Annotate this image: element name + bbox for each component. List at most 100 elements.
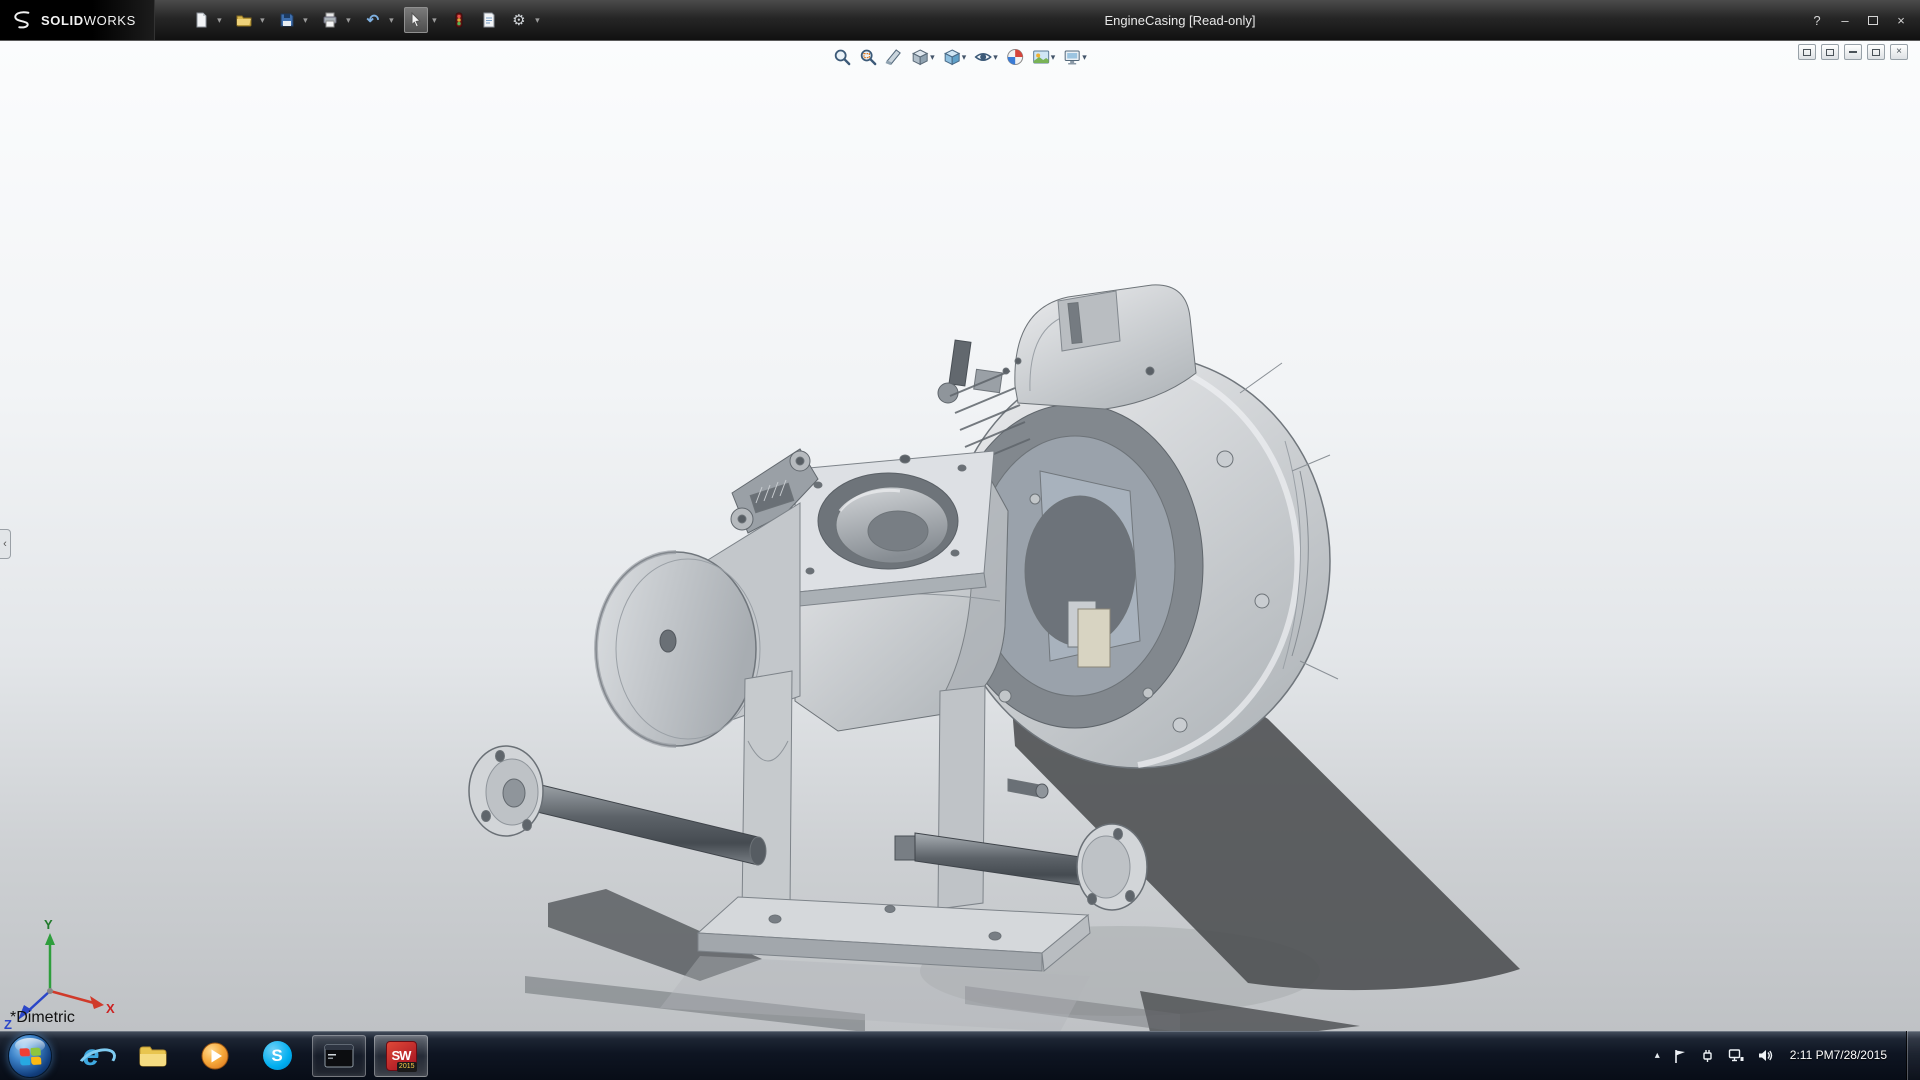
zoom-to-area-button[interactable] — [857, 46, 879, 68]
close-document-button[interactable]: × — [1890, 44, 1908, 60]
action-center-button[interactable] — [1671, 1046, 1689, 1066]
solidworks-logo: SOLIDWORKS — [0, 0, 155, 40]
undo-dropdown-arrow[interactable]: ▾ — [385, 7, 398, 33]
view-settings-button[interactable]: ▾ — [1061, 46, 1089, 68]
task-pane-toggle-button[interactable] — [1798, 44, 1816, 60]
taskbar: e S SW 2015 — [0, 1031, 1920, 1080]
skype-icon: S — [263, 1041, 292, 1070]
pane-icon — [1803, 49, 1811, 56]
file-properties-button[interactable] — [477, 7, 501, 33]
solidworks-year-badge: 2015 — [397, 1062, 417, 1071]
print-dropdown-arrow[interactable]: ▾ — [342, 7, 355, 33]
restore-doc-icon — [1872, 49, 1880, 56]
display-style-icon — [943, 48, 961, 66]
save-floppy-icon — [279, 12, 295, 28]
view-orientation-label: *Dimetric — [10, 1009, 75, 1027]
maximize-icon — [1868, 16, 1878, 25]
rebuild-traffic-light-icon — [451, 12, 467, 28]
zoom-to-fit-icon — [833, 48, 851, 66]
heads-up-view-toolbar: ▾ ▾ ▾ — [831, 46, 1089, 68]
volume-tray-button[interactable] — [1755, 1046, 1775, 1065]
show-desktop-button[interactable] — [1906, 1031, 1920, 1080]
zoom-to-fit-button[interactable] — [831, 46, 853, 68]
new-button[interactable] — [189, 7, 213, 33]
solidworks-letters: SW — [392, 1048, 411, 1063]
power-plug-icon — [1700, 1048, 1715, 1063]
undo-icon: ↶ — [367, 13, 380, 28]
clock-time: 2:11 PM — [1790, 1048, 1834, 1064]
clock[interactable]: 2:11 PM 7/28/2015 — [1788, 1046, 1889, 1066]
view-orientation-dropdown-arrow[interactable]: ▾ — [930, 53, 935, 62]
hide-show-items-dropdown-arrow[interactable]: ▾ — [993, 53, 998, 62]
menu-bar-toolbar: ▾ ▾ ▾ ▾ — [189, 7, 548, 33]
show-hidden-icons-button[interactable]: ▴ — [1653, 1048, 1662, 1063]
window-controls: ? – × — [1806, 0, 1912, 40]
taskbar-solidworks-2015[interactable]: SW 2015 — [374, 1035, 428, 1077]
taskbar-windows-media-player[interactable] — [188, 1035, 242, 1077]
network-tray-button[interactable] — [1726, 1046, 1746, 1065]
hide-show-items-button[interactable]: ▾ — [972, 46, 1000, 68]
select-button[interactable] — [404, 7, 428, 33]
rebuild-button[interactable] — [447, 7, 471, 33]
zoom-to-area-icon — [859, 48, 877, 66]
minimize-window-button[interactable]: – — [1834, 9, 1856, 31]
new-dropdown-arrow[interactable]: ▾ — [213, 7, 226, 33]
options-button[interactable]: ⚙ — [507, 7, 531, 33]
view-orientation-cube-icon — [911, 48, 929, 66]
fullscreen-toggle-button[interactable] — [1821, 44, 1839, 60]
print-button[interactable] — [318, 7, 342, 33]
view-settings-icon — [1063, 48, 1081, 66]
close-window-button[interactable]: × — [1890, 9, 1912, 31]
power-tray-button[interactable] — [1698, 1046, 1717, 1065]
restore-document-button[interactable] — [1867, 44, 1885, 60]
apply-scene-icon — [1032, 48, 1050, 66]
solidworks-icon: SW 2015 — [386, 1041, 417, 1071]
start-button[interactable] — [8, 1034, 52, 1078]
save-dropdown-arrow[interactable]: ▾ — [299, 7, 312, 33]
ds-logo-icon — [10, 10, 34, 30]
view-orientation-button[interactable]: ▾ — [909, 46, 937, 68]
open-button[interactable] — [232, 7, 256, 33]
options-dropdown-arrow[interactable]: ▾ — [531, 7, 544, 33]
open-dropdown-arrow[interactable]: ▾ — [256, 7, 269, 33]
windows-explorer-folder-icon — [138, 1044, 168, 1068]
engine-casing-model[interactable] — [0, 41, 1920, 1031]
taskbar-windows-explorer[interactable] — [126, 1035, 180, 1077]
graphics-area[interactable]: ▾ ▾ ▾ — [0, 40, 1920, 1031]
save-button[interactable] — [275, 7, 299, 33]
undo-button[interactable]: ↶ — [361, 7, 385, 33]
command-prompt-icon — [324, 1044, 354, 1068]
triad-y-label: Y — [44, 917, 53, 932]
display-style-dropdown-arrow[interactable]: ▾ — [962, 53, 967, 62]
select-cursor-icon — [408, 12, 424, 28]
display-style-button[interactable]: ▾ — [941, 46, 969, 68]
windows-flag-icon — [20, 1047, 43, 1066]
apply-scene-button[interactable]: ▾ — [1030, 46, 1058, 68]
open-folder-icon — [236, 12, 252, 28]
taskbar-command-prompt[interactable] — [312, 1035, 366, 1077]
edit-appearance-icon — [1006, 48, 1024, 66]
options-gear-icon: ⚙ — [512, 13, 525, 28]
view-settings-dropdown-arrow[interactable]: ▾ — [1082, 53, 1087, 62]
taskbar-skype[interactable]: S — [250, 1035, 304, 1077]
brand-text: SOLIDWORKS — [41, 13, 136, 28]
feature-manager-flyout-tab[interactable]: ‹ — [0, 529, 11, 559]
help-button[interactable]: ? — [1806, 9, 1828, 31]
minimize-document-button[interactable] — [1844, 44, 1862, 60]
hide-show-items-icon — [974, 48, 992, 66]
minimize-doc-icon — [1849, 51, 1857, 53]
section-view-button[interactable] — [883, 46, 905, 68]
action-center-flag-icon — [1673, 1048, 1687, 1064]
system-tray: ▴ — [1653, 1031, 1920, 1080]
edit-appearance-button[interactable] — [1004, 46, 1026, 68]
select-dropdown-arrow[interactable]: ▾ — [428, 7, 441, 33]
clock-date: 7/28/2015 — [1834, 1048, 1887, 1064]
network-icon — [1728, 1048, 1744, 1063]
apply-scene-dropdown-arrow[interactable]: ▾ — [1051, 53, 1056, 62]
file-properties-icon — [481, 12, 497, 28]
maximize-window-button[interactable] — [1862, 9, 1884, 31]
title-bar: SOLIDWORKS ▾ ▾ ▾ — [0, 0, 1920, 40]
print-icon — [322, 12, 338, 28]
taskbar-internet-explorer[interactable]: e — [64, 1035, 118, 1077]
fullscreen-icon — [1826, 49, 1834, 56]
